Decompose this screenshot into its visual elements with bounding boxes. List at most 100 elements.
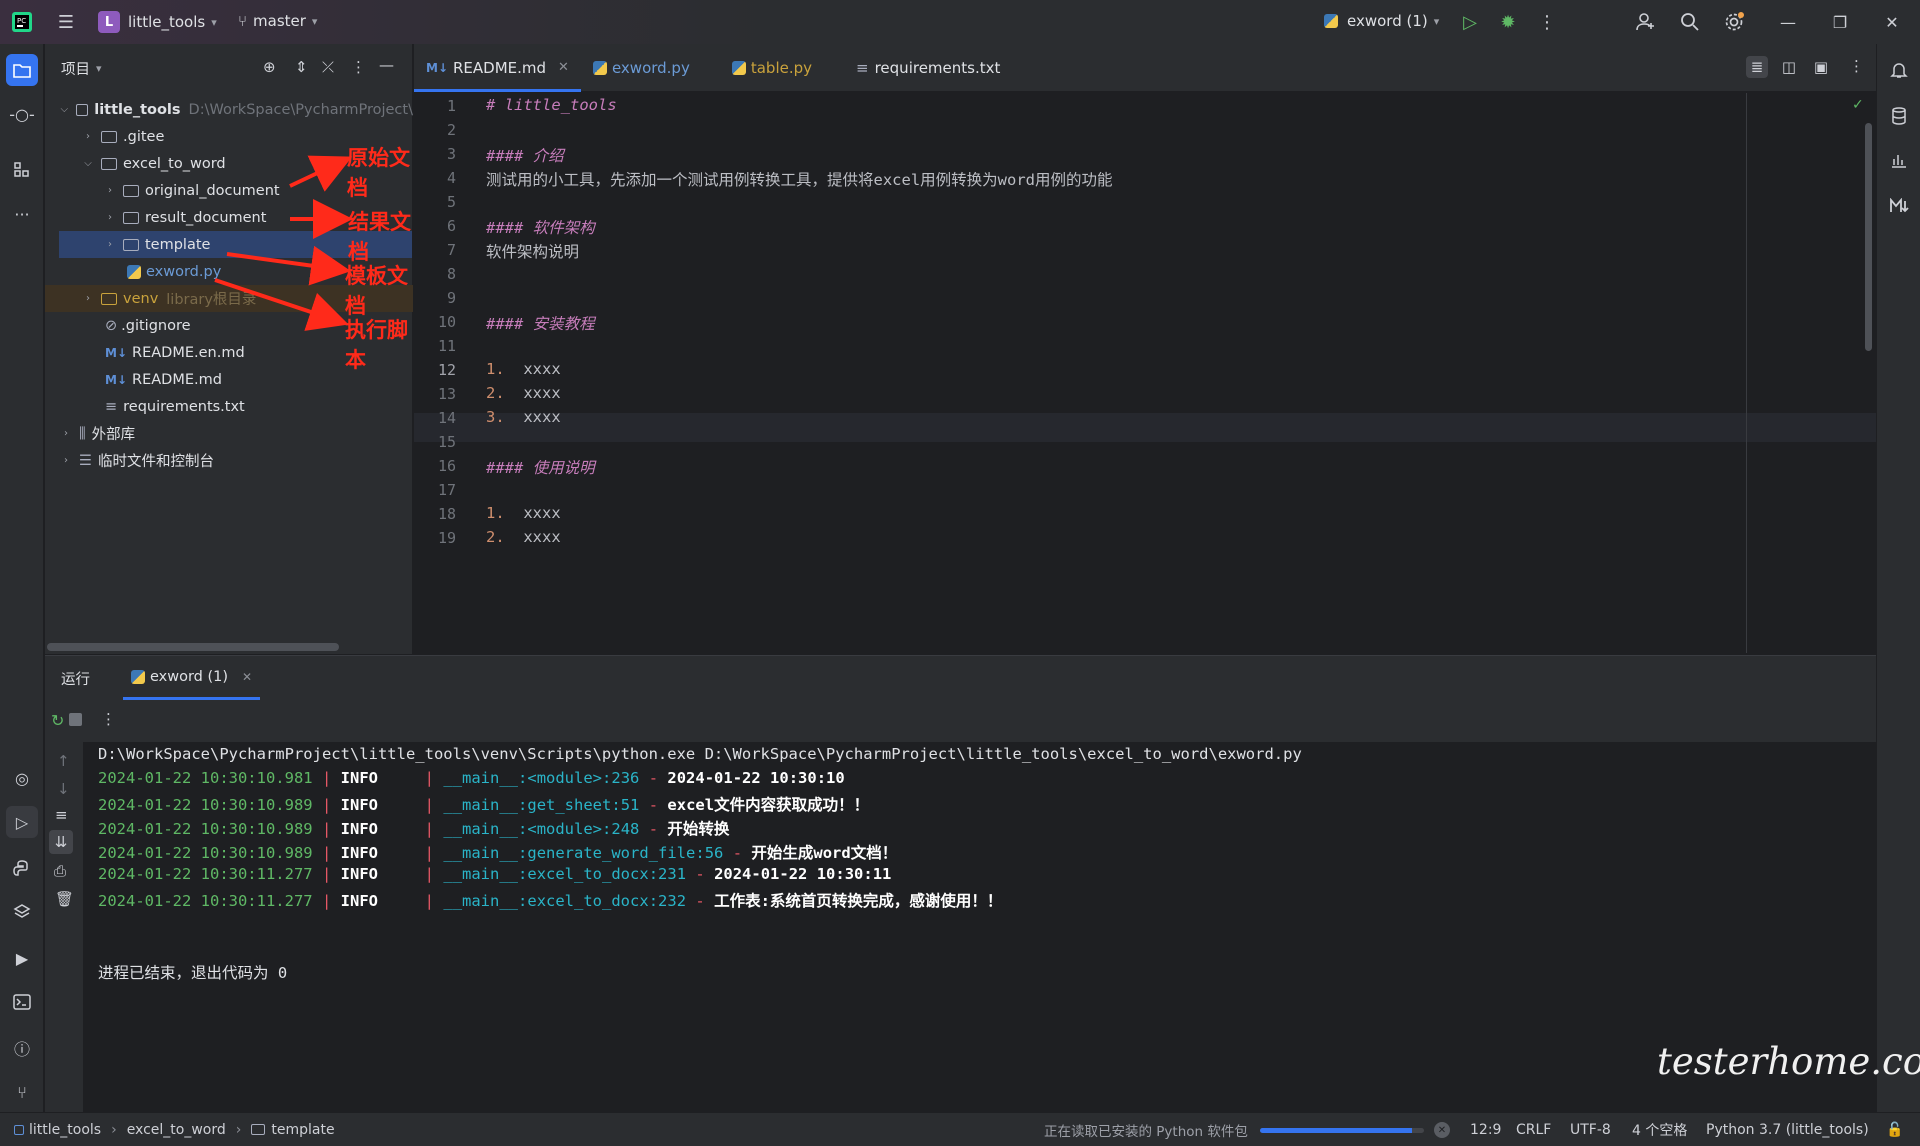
editor-only-icon[interactable]: ≣ (1746, 56, 1768, 78)
python-packages-icon[interactable] (6, 896, 38, 928)
clear-all-icon[interactable]: 🗑 (55, 890, 74, 908)
restore-button[interactable]: ❐ (1814, 0, 1866, 44)
pycharm-logo-icon: PC (10, 10, 34, 34)
log-line-number: 232 (658, 892, 687, 910)
log-line: 2024-01-22 10:30:11.277 | INFO | __main_… (98, 865, 891, 883)
log-separator: : (602, 769, 612, 787)
project-switcher[interactable]: L little_tools ▾ (98, 11, 217, 33)
scroll-up-icon[interactable]: ↑ (57, 752, 70, 770)
preview-only-icon[interactable]: ▣ (1810, 56, 1832, 78)
chevron-down-icon: ▾ (1433, 14, 1440, 28)
tab-options-icon[interactable]: ⋮ (1849, 57, 1864, 75)
more-tools-icon[interactable]: ··· (6, 198, 38, 230)
cancel-task-icon[interactable]: ✕ (1433, 1122, 1450, 1138)
log-function: <module> (527, 769, 603, 787)
more-actions-icon[interactable]: ⋮ (1535, 10, 1559, 34)
python-console-icon[interactable] (6, 852, 38, 884)
run-panel-title: 运行 (61, 671, 90, 688)
code-text: # little_tools (486, 96, 617, 114)
tab-label: requirements.txt (874, 58, 1001, 77)
breadcrumb-item[interactable]: little_tools (29, 1122, 101, 1138)
list-text: xxxx (523, 408, 561, 426)
python-icon (1324, 14, 1338, 28)
breadcrumb-item[interactable]: template (271, 1122, 334, 1138)
log-level: INFO (340, 769, 378, 787)
log-time: 2024-01-22 10:30:10.981 (98, 769, 313, 787)
search-icon[interactable] (1678, 10, 1702, 34)
settings-icon[interactable] (1722, 10, 1746, 34)
python-interpreter[interactable]: Python 3.7 (little_tools) (1706, 1122, 1869, 1138)
split-view-icon[interactable]: ◫ (1778, 56, 1800, 78)
sciview-icon[interactable] (1883, 144, 1915, 176)
log-separator: - (648, 796, 659, 814)
code-line: #### 软件架构 (486, 216, 595, 238)
log-line-number: 231 (658, 865, 687, 883)
project-tool-icon[interactable] (6, 54, 38, 86)
background-task: 正在读取已安装的 Python 软件包 ✕ (1044, 1113, 1450, 1146)
scroll-down-icon[interactable]: ↓ (57, 780, 70, 798)
current-line-highlight (414, 413, 1876, 442)
right-tool-strip (1876, 44, 1920, 1112)
python-file-icon (731, 60, 746, 75)
code-with-me-icon[interactable] (1634, 10, 1658, 34)
log-separator: : (648, 865, 659, 883)
run-config-selector[interactable]: exword (1) ▾ (1324, 12, 1439, 30)
breadcrumb-item[interactable]: excel_to_word (127, 1122, 226, 1138)
code-line: 1. xxxx (486, 360, 561, 378)
structure-tool-icon[interactable] (6, 154, 38, 186)
editor-vertical-scrollbar[interactable] (1865, 123, 1872, 351)
log-separator: - (695, 865, 705, 883)
close-run-tab-icon[interactable]: ✕ (242, 670, 252, 684)
scroll-to-end-icon[interactable]: ⇊ (49, 830, 73, 854)
notifications-icon[interactable] (1883, 54, 1915, 86)
services-icon[interactable]: ▶ (6, 942, 38, 974)
git-icon[interactable]: ⑂ (6, 1076, 38, 1108)
services-tool-icon[interactable]: ◎ (6, 762, 38, 794)
stop-icon[interactable] (69, 713, 82, 726)
run-panel-header: 运行 exword (1) ✕ (45, 656, 1876, 700)
run-tool-icon[interactable]: ▷ (6, 806, 38, 838)
branch-switcher[interactable]: ⑂ master ▾ (238, 12, 317, 30)
log-level: INFO (340, 844, 378, 862)
print-icon[interactable]: ⎙ (54, 862, 66, 880)
chevron-right-icon: › (235, 1121, 242, 1138)
line-separator[interactable]: CRLF (1516, 1122, 1551, 1138)
svg-text:PC: PC (17, 17, 26, 25)
annotation-original-document: 原始文档 (347, 146, 410, 200)
run-icon[interactable]: ▷ (1458, 10, 1482, 34)
line-number: 1 (446, 97, 456, 115)
log-separator: - (648, 820, 659, 838)
code-line: 3. xxxx (486, 408, 561, 426)
log-separator: - (648, 769, 659, 787)
minimize-button[interactable]: — (1762, 0, 1814, 44)
tab-requirements[interactable]: ≡ requirements.txt (844, 44, 1012, 92)
commit-tool-icon[interactable]: -○- (6, 98, 38, 130)
editor-right-margin (1746, 93, 1747, 653)
python-file-icon (592, 60, 607, 75)
caret-position[interactable]: 12:9 (1470, 1122, 1501, 1138)
tab-readme[interactable]: M↓ README.md ✕ (414, 44, 581, 92)
lock-icon[interactable]: 🔓 (1886, 1122, 1903, 1138)
soft-wrap-icon[interactable]: ≡ (55, 806, 68, 824)
terminal-icon[interactable] (6, 986, 38, 1018)
project-panel: 项目 ▾ ⊕ ⇕ ⤫ ⋮ — ⌵ little_tools D:\WorkSpa… (45, 44, 413, 654)
log-level: INFO (340, 892, 378, 910)
main-menu-icon[interactable]: ☰ (54, 10, 78, 34)
problems-icon[interactable]: ⓘ (6, 1032, 38, 1064)
run-tab-exword[interactable]: exword (1) ✕ (123, 656, 261, 700)
run-tab-label: exword (1) (150, 668, 229, 685)
markdown-icon[interactable] (1883, 190, 1915, 222)
close-tab-icon[interactable]: ✕ (558, 60, 569, 75)
editor-pane[interactable]: 1 # little_tools 2 3 #### 介绍 4 测试用的小工具，先添加一个测试… (414, 93, 1876, 653)
run-more-icon[interactable]: ⋮ (101, 710, 116, 728)
tab-exword-py[interactable]: exword.py (581, 44, 702, 92)
rerun-icon[interactable]: ↻ (51, 711, 64, 730)
line-number: 15 (437, 433, 456, 451)
indent-setting[interactable]: 4 个空格 (1632, 1120, 1687, 1140)
log-function: excel_to_docx (527, 865, 649, 883)
file-encoding[interactable]: UTF-8 (1570, 1122, 1611, 1138)
debug-icon[interactable]: ✹ (1496, 10, 1520, 34)
close-button[interactable]: ✕ (1866, 0, 1918, 44)
database-icon[interactable] (1883, 100, 1915, 132)
tab-table-py[interactable]: table.py (720, 44, 824, 92)
